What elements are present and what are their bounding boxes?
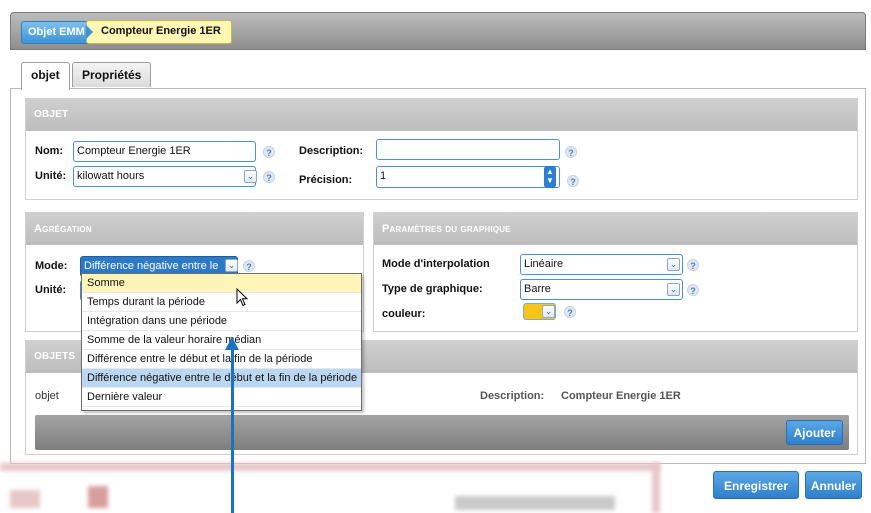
chevron-down-icon[interactable]: ⌄ [667,258,680,271]
couleur-label: couleur: [382,308,426,320]
tab-objet[interactable]: objet [21,62,70,90]
graphique-header-text: Paramètres du graphique [382,223,511,235]
dropdown-option[interactable]: Différence entre le début et la fin de l… [82,350,361,369]
mode-dropdown-list[interactable]: Somme Temps durant la période Intégratio… [81,273,362,411]
objets-description-label: Description: [480,390,545,402]
spinner-icon[interactable]: ▲ ▼ [544,166,556,188]
breadcrumb-current: Compteur Energie 1ER [86,20,232,44]
unite-label: Unité: [35,170,67,182]
annuler-button[interactable]: Annuler [805,471,862,499]
objets-description-value: Compteur Energie 1ER [561,390,681,402]
description-input[interactable] [376,139,560,160]
blurred-background [10,490,40,508]
agregation-section-header: Agrégation [26,213,363,245]
help-icon[interactable]: ? [263,171,275,183]
chevron-down-icon[interactable]: ⌄ [667,283,680,296]
chevron-down-icon[interactable]: ⌄ [542,305,555,318]
dropdown-option[interactable]: Dernière valeur [82,388,361,407]
type-select[interactable]: Barre [520,279,683,300]
graphique-section-header: Paramètres du graphique [374,213,857,245]
type-label: Type de graphique: [382,283,483,295]
objet-section-header: OBJET [26,99,857,131]
annotation-arrow-head-icon [225,337,239,350]
help-icon[interactable]: ? [687,259,699,271]
precision-input[interactable]: 1 [376,166,560,188]
nom-label: Nom: [35,145,64,157]
help-icon[interactable]: ? [243,260,255,272]
help-icon[interactable]: ? [565,146,577,158]
blurred-background [0,463,660,471]
breadcrumb-root[interactable]: Objet EMM [21,21,92,44]
mode-label: Mode: [35,260,68,272]
dropdown-option[interactable]: Temps durant la période [82,293,361,312]
tab-proprietes[interactable]: Propriétés [72,62,152,87]
description-label: Description: [299,145,364,157]
agregation-header-text: Agrégation [34,223,92,235]
blurred-background [88,486,108,508]
blurred-background [652,463,660,513]
mouse-cursor-icon [236,288,249,307]
dropdown-option[interactable]: Somme [82,274,361,293]
help-icon[interactable]: ? [564,306,576,318]
agregation-unite-label: Unité: [35,284,67,296]
help-icon[interactable]: ? [687,284,699,296]
blurred-background [455,496,615,510]
unite-select[interactable]: kilowatt hours [73,166,256,187]
help-icon[interactable]: ? [263,146,275,158]
breadcrumb-separator-icon [86,25,93,39]
annotation-arrow-icon [231,348,234,513]
enregistrer-button[interactable]: Enregistrer [713,471,799,499]
dropdown-option-selected[interactable]: Différence négative entre le début et la… [82,369,361,388]
nom-input[interactable]: Compteur Energie 1ER [73,141,256,162]
dropdown-option[interactable]: Somme de la valeur horaire médian [82,331,361,350]
ajouter-button[interactable]: Ajouter [786,420,843,445]
dropdown-option[interactable]: Intégration dans une période [82,312,361,331]
help-icon[interactable]: ? [567,175,579,187]
objets-toolbar [35,415,849,450]
interp-select[interactable]: Linéaire [520,254,683,275]
chevron-down-icon[interactable]: ⌄ [225,259,238,272]
chevron-down-icon[interactable]: ⌄ [244,170,257,183]
interp-label: Mode d'interpolation [382,258,490,270]
objet-field-label: objet [35,390,59,402]
precision-label: Précision: [299,174,353,186]
